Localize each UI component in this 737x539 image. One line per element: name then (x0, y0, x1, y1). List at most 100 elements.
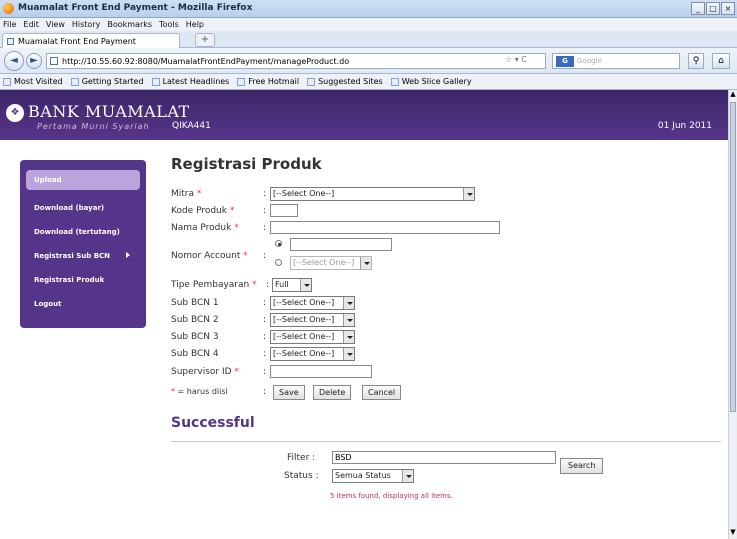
sidebar-item-registrasi-produk[interactable]: Registrasi Produk (26, 270, 140, 290)
menu-file[interactable]: File (3, 20, 16, 29)
sidebar-item-download-bayar[interactable]: Download (bayar) (26, 198, 140, 218)
url-controls[interactable]: ☆ ▾ C (505, 55, 527, 64)
menu-edit[interactable]: Edit (23, 20, 39, 29)
user-id: QIKA441 (172, 121, 211, 131)
close-button[interactable]: × (721, 2, 735, 15)
back-button[interactable]: ◄ (4, 51, 24, 71)
site-header: ❖ BANK MUAMALAT Pertama Murni Syariah QI… (0, 90, 728, 140)
supervisor-id-input[interactable] (270, 365, 372, 378)
brand-tagline: Pertama Murni Syariah (37, 122, 150, 131)
nama-produk-input[interactable] (270, 221, 500, 234)
tab-bar: Muamalat Front End Payment + (0, 31, 737, 48)
sidebar-item-registrasi-sub-bcn[interactable]: Registrasi Sub BCN (26, 246, 140, 266)
search-placeholder: Google (577, 57, 602, 65)
status-select[interactable]: Semua Status (332, 469, 414, 483)
nomor-account-input[interactable] (290, 238, 392, 251)
forward-button[interactable]: ► (26, 53, 42, 69)
window-caption: Muamalat Front End Payment - Mozilla Fir… (0, 0, 737, 18)
chevron-down-icon (343, 314, 354, 326)
bank-logo-icon: ❖ (6, 104, 24, 122)
bookmark-icon (390, 77, 399, 86)
chevron-down-icon (343, 297, 354, 309)
sub-bcn-1-select[interactable]: [--Select One--] (270, 296, 355, 310)
menu-tools[interactable]: Tools (159, 20, 179, 29)
status-message: Successful (171, 415, 255, 431)
sidebar-item-download-tertutang[interactable]: Download (tertutang) (26, 222, 140, 242)
label-kode-produk: Kode Produk * (171, 206, 235, 216)
new-tab-button[interactable]: + (195, 33, 215, 47)
search-icon[interactable]: ⚲ (688, 53, 704, 69)
url-text: http://10.55.60.92:8080/MuamalatFrontEnd… (62, 56, 350, 66)
label-sub-bcn-3: Sub BCN 3 (171, 332, 219, 342)
menu-bar: File Edit View History Bookmarks Tools H… (0, 18, 737, 31)
label-sub-bcn-2: Sub BCN 2 (171, 315, 219, 325)
bookmarks-toolbar: Most Visited Getting Started Latest Head… (0, 74, 737, 90)
bookmark-latest-headlines[interactable]: Latest Headlines (151, 77, 229, 86)
chevron-down-icon (463, 188, 474, 200)
save-button[interactable]: Save (273, 385, 305, 400)
chevron-down-icon (360, 257, 371, 269)
bookmark-free-hotmail[interactable]: Free Hotmail (237, 77, 299, 86)
tipe-pembayaran-select[interactable]: Full (272, 278, 312, 292)
label-mitra: Mitra * (171, 189, 202, 199)
rss-icon (151, 77, 160, 86)
label-sub-bcn-1: Sub BCN 1 (171, 298, 219, 308)
google-icon: G (556, 55, 574, 67)
menu-bookmarks[interactable]: Bookmarks (107, 20, 152, 29)
navigation-bar: ◄ ► http://10.55.60.92:8080/MuamalatFron… (0, 48, 737, 74)
bookmark-getting-started[interactable]: Getting Started (70, 77, 144, 86)
chevron-down-icon (343, 348, 354, 360)
brand-name: BANK MUAMALAT (28, 102, 190, 121)
firefox-icon (3, 3, 14, 14)
menu-help[interactable]: Help (186, 20, 204, 29)
status-label: Status : (284, 471, 319, 481)
home-icon[interactable]: ⌂ (712, 53, 730, 69)
sidebar-menu: Upload Download (bayar) Download (tertut… (20, 160, 146, 328)
current-date: 01 Jun 2011 (657, 121, 712, 131)
chevron-down-icon (402, 470, 413, 482)
delete-button[interactable]: Delete (313, 385, 352, 400)
bookmark-icon (307, 77, 316, 86)
scroll-up-icon[interactable]: ▲ (729, 90, 737, 99)
scroll-thumb[interactable] (730, 102, 736, 412)
filter-input[interactable]: BSD (332, 451, 556, 464)
filter-label: Filter : (287, 453, 316, 463)
sub-bcn-3-select[interactable]: [--Select One--] (270, 330, 355, 344)
tab-active[interactable]: Muamalat Front End Payment (2, 33, 180, 48)
maximize-button[interactable]: □ (706, 2, 720, 15)
mitra-select[interactable]: [--Select One--] (270, 187, 475, 201)
label-nama-produk: Nama Produk * (171, 223, 239, 233)
bookmark-most-visited[interactable]: Most Visited (3, 77, 63, 86)
nomor-account-radio-select[interactable] (275, 259, 282, 266)
required-note: * = harus diisi (171, 387, 228, 396)
search-button[interactable]: Search (560, 458, 604, 474)
sub-bcn-4-select[interactable]: [--Select One--] (270, 347, 355, 361)
cancel-button[interactable]: Cancel (362, 385, 402, 400)
sidebar-item-upload[interactable]: Upload (26, 170, 140, 190)
divider (171, 441, 721, 442)
nomor-account-radio-manual[interactable] (275, 240, 282, 247)
page-scrollbar[interactable]: ▲ ▼ (728, 90, 737, 539)
bookmark-suggested-sites[interactable]: Suggested Sites (307, 77, 383, 86)
bookmark-web-slice-gallery[interactable]: Web Slice Gallery (390, 77, 472, 86)
scroll-down-icon[interactable]: ▼ (729, 528, 737, 537)
bookmark-icon (237, 77, 246, 86)
bookmark-icon (70, 77, 79, 86)
label-supervisor-id: Supervisor ID * (171, 367, 239, 377)
nomor-account-select[interactable]: [--Select One--] (290, 256, 372, 270)
chevron-down-icon (300, 279, 311, 291)
label-tipe-pembayaran: Tipe Pembayaran * (171, 280, 257, 290)
menu-history[interactable]: History (72, 20, 100, 29)
minimize-button[interactable]: _ (691, 2, 705, 15)
url-bar[interactable]: http://10.55.60.92:8080/MuamalatFrontEnd… (46, 53, 546, 69)
window-title: Muamalat Front End Payment - Mozilla Fir… (18, 3, 253, 13)
menu-view[interactable]: View (46, 20, 65, 29)
chevron-down-icon (343, 331, 354, 343)
search-input[interactable]: G Google (552, 53, 680, 69)
sidebar-item-logout[interactable]: Logout (26, 294, 140, 314)
sub-bcn-2-select[interactable]: [--Select One--] (270, 313, 355, 327)
kode-produk-input[interactable] (270, 204, 298, 217)
page-icon (7, 37, 14, 45)
label-sub-bcn-4: Sub BCN 4 (171, 349, 219, 359)
label-nomor-account: Nomor Account * (171, 251, 248, 261)
